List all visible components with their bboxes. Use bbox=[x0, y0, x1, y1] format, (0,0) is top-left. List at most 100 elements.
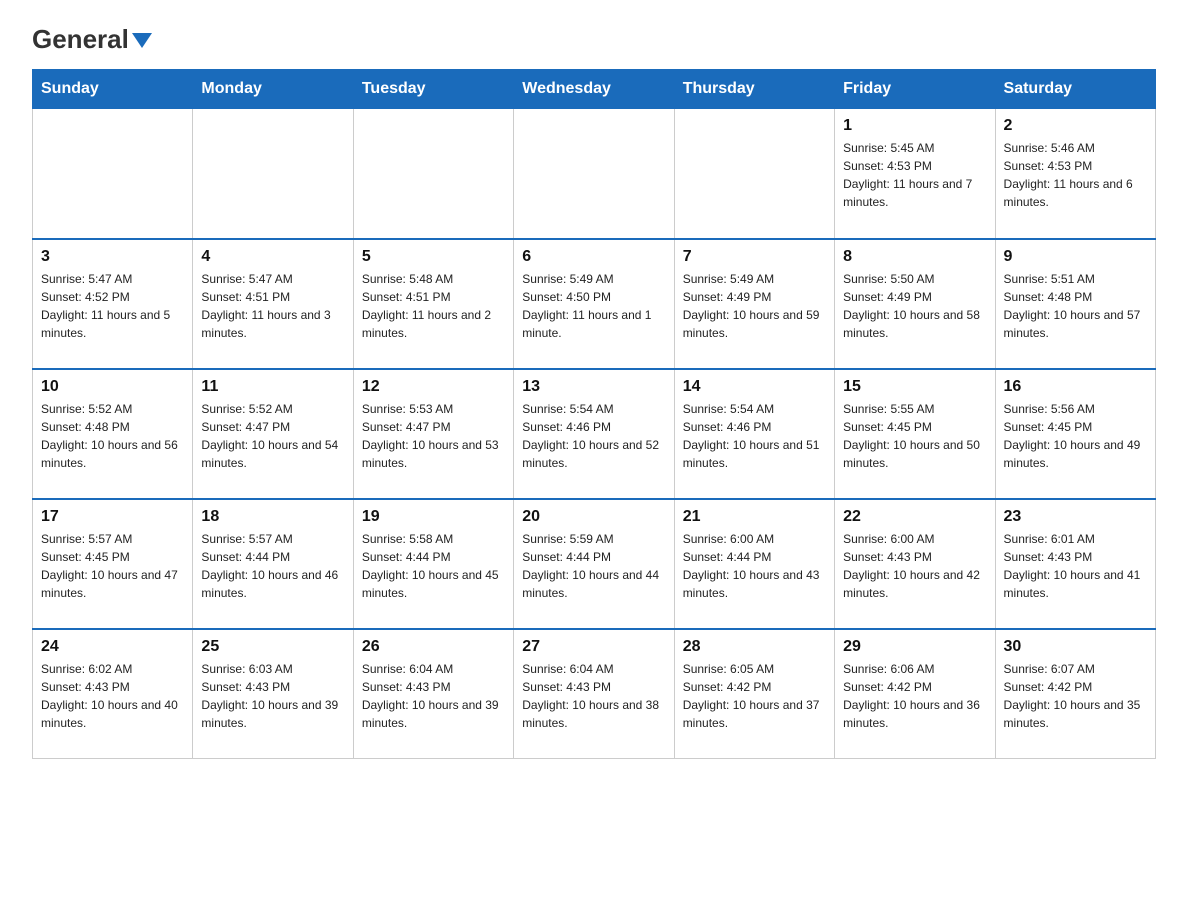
day-number: 29 bbox=[843, 638, 986, 656]
day-number: 14 bbox=[683, 378, 826, 396]
day-info: Sunrise: 5:54 AMSunset: 4:46 PMDaylight:… bbox=[683, 400, 826, 472]
day-number: 4 bbox=[201, 248, 344, 266]
day-info: Sunrise: 5:58 AMSunset: 4:44 PMDaylight:… bbox=[362, 530, 505, 602]
calendar-cell: 8 Sunrise: 5:50 AMSunset: 4:49 PMDaylight… bbox=[835, 239, 995, 369]
calendar-cell: 24Sunrise: 6:02 AMSunset: 4:43 PMDayligh… bbox=[33, 629, 193, 759]
calendar-cell: 13 Sunrise: 5:54 AMSunset: 4:46 PMDayligh… bbox=[514, 369, 674, 499]
day-number: 9 bbox=[1004, 248, 1147, 266]
day-header-friday: Friday bbox=[835, 70, 995, 109]
day-number: 8 bbox=[843, 248, 986, 266]
calendar-cell: 22 Sunrise: 6:00 AMSunset: 4:43 PMDayligh… bbox=[835, 499, 995, 629]
calendar-cell: 21 Sunrise: 6:00 AMSunset: 4:44 PMDayligh… bbox=[674, 499, 834, 629]
calendar-cell: 7 Sunrise: 5:49 AMSunset: 4:49 PMDaylight… bbox=[674, 239, 834, 369]
day-info: Sunrise: 5:54 AMSunset: 4:46 PMDaylight:… bbox=[522, 400, 665, 472]
calendar-cell: 28 Sunrise: 6:05 AMSunset: 4:42 PMDayligh… bbox=[674, 629, 834, 759]
calendar-cell: 16 Sunrise: 5:56 AMSunset: 4:45 PMDayligh… bbox=[995, 369, 1155, 499]
day-info: Sunrise: 5:57 AMSunset: 4:44 PMDaylight:… bbox=[201, 530, 344, 602]
logo: General bbox=[32, 24, 152, 51]
day-info: Sunrise: 6:01 AMSunset: 4:43 PMDaylight:… bbox=[1004, 530, 1147, 602]
calendar-cell: 20 Sunrise: 5:59 AMSunset: 4:44 PMDayligh… bbox=[514, 499, 674, 629]
day-header-tuesday: Tuesday bbox=[353, 70, 513, 109]
day-number: 11 bbox=[201, 378, 344, 396]
day-header-sunday: Sunday bbox=[33, 70, 193, 109]
calendar-cell: 3Sunrise: 5:47 AMSunset: 4:52 PMDaylight… bbox=[33, 239, 193, 369]
calendar-cell: 19Sunrise: 5:58 AMSunset: 4:44 PMDayligh… bbox=[353, 499, 513, 629]
logo-triangle-icon bbox=[132, 33, 152, 48]
day-info: Sunrise: 5:48 AMSunset: 4:51 PMDaylight:… bbox=[362, 270, 505, 342]
day-number: 16 bbox=[1004, 378, 1147, 396]
calendar-cell bbox=[674, 109, 834, 239]
calendar-header-row: SundayMondayTuesdayWednesdayThursdayFrid… bbox=[33, 70, 1156, 109]
day-info: Sunrise: 5:50 AMSunset: 4:49 PMDaylight:… bbox=[843, 270, 986, 342]
day-header-wednesday: Wednesday bbox=[514, 70, 674, 109]
calendar-week-row: 24Sunrise: 6:02 AMSunset: 4:43 PMDayligh… bbox=[33, 629, 1156, 759]
calendar-cell: 23 Sunrise: 6:01 AMSunset: 4:43 PMDayligh… bbox=[995, 499, 1155, 629]
day-header-saturday: Saturday bbox=[995, 70, 1155, 109]
calendar-week-row: 3Sunrise: 5:47 AMSunset: 4:52 PMDaylight… bbox=[33, 239, 1156, 369]
day-info: Sunrise: 5:46 AMSunset: 4:53 PMDaylight:… bbox=[1004, 139, 1147, 211]
calendar-cell: 25 Sunrise: 6:03 AMSunset: 4:43 PMDayligh… bbox=[193, 629, 353, 759]
day-number: 5 bbox=[362, 248, 505, 266]
day-info: Sunrise: 5:52 AMSunset: 4:48 PMDaylight:… bbox=[41, 400, 184, 472]
day-info: Sunrise: 5:55 AMSunset: 4:45 PMDaylight:… bbox=[843, 400, 986, 472]
day-info: Sunrise: 5:47 AMSunset: 4:52 PMDaylight:… bbox=[41, 270, 184, 342]
day-info: Sunrise: 5:52 AMSunset: 4:47 PMDaylight:… bbox=[201, 400, 344, 472]
day-info: Sunrise: 5:45 AMSunset: 4:53 PMDaylight:… bbox=[843, 139, 986, 211]
calendar-cell bbox=[33, 109, 193, 239]
calendar-cell: 15 Sunrise: 5:55 AMSunset: 4:45 PMDayligh… bbox=[835, 369, 995, 499]
day-number: 10 bbox=[41, 378, 184, 396]
calendar-cell: 6 Sunrise: 5:49 AMSunset: 4:50 PMDaylight… bbox=[514, 239, 674, 369]
day-number: 23 bbox=[1004, 508, 1147, 526]
calendar-cell: 4 Sunrise: 5:47 AMSunset: 4:51 PMDaylight… bbox=[193, 239, 353, 369]
day-number: 7 bbox=[683, 248, 826, 266]
day-number: 26 bbox=[362, 638, 505, 656]
day-info: Sunrise: 5:49 AMSunset: 4:50 PMDaylight:… bbox=[522, 270, 665, 342]
day-info: Sunrise: 5:49 AMSunset: 4:49 PMDaylight:… bbox=[683, 270, 826, 342]
calendar-cell: 12 Sunrise: 5:53 AMSunset: 4:47 PMDayligh… bbox=[353, 369, 513, 499]
day-number: 17 bbox=[41, 508, 184, 526]
day-number: 22 bbox=[843, 508, 986, 526]
calendar-week-row: 17 Sunrise: 5:57 AMSunset: 4:45 PMDayligh… bbox=[33, 499, 1156, 629]
calendar-cell bbox=[353, 109, 513, 239]
calendar-cell: 30 Sunrise: 6:07 AMSunset: 4:42 PMDayligh… bbox=[995, 629, 1155, 759]
day-number: 15 bbox=[843, 378, 986, 396]
day-number: 12 bbox=[362, 378, 505, 396]
day-number: 1 bbox=[843, 117, 986, 135]
day-number: 30 bbox=[1004, 638, 1147, 656]
day-info: Sunrise: 6:00 AMSunset: 4:43 PMDaylight:… bbox=[843, 530, 986, 602]
day-number: 20 bbox=[522, 508, 665, 526]
calendar-cell: 17 Sunrise: 5:57 AMSunset: 4:45 PMDayligh… bbox=[33, 499, 193, 629]
day-info: Sunrise: 5:47 AMSunset: 4:51 PMDaylight:… bbox=[201, 270, 344, 342]
calendar-cell: 11 Sunrise: 5:52 AMSunset: 4:47 PMDayligh… bbox=[193, 369, 353, 499]
day-info: Sunrise: 6:02 AMSunset: 4:43 PMDaylight:… bbox=[41, 660, 184, 732]
day-number: 13 bbox=[522, 378, 665, 396]
day-number: 6 bbox=[522, 248, 665, 266]
day-number: 25 bbox=[201, 638, 344, 656]
calendar-cell: 29Sunrise: 6:06 AMSunset: 4:42 PMDayligh… bbox=[835, 629, 995, 759]
day-number: 28 bbox=[683, 638, 826, 656]
calendar-cell: 14 Sunrise: 5:54 AMSunset: 4:46 PMDayligh… bbox=[674, 369, 834, 499]
day-info: Sunrise: 5:59 AMSunset: 4:44 PMDaylight:… bbox=[522, 530, 665, 602]
day-info: Sunrise: 6:05 AMSunset: 4:42 PMDaylight:… bbox=[683, 660, 826, 732]
day-info: Sunrise: 6:03 AMSunset: 4:43 PMDaylight:… bbox=[201, 660, 344, 732]
day-info: Sunrise: 6:00 AMSunset: 4:44 PMDaylight:… bbox=[683, 530, 826, 602]
calendar-cell: 27 Sunrise: 6:04 AMSunset: 4:43 PMDayligh… bbox=[514, 629, 674, 759]
calendar-cell bbox=[514, 109, 674, 239]
day-number: 18 bbox=[201, 508, 344, 526]
day-header-monday: Monday bbox=[193, 70, 353, 109]
day-info: Sunrise: 5:56 AMSunset: 4:45 PMDaylight:… bbox=[1004, 400, 1147, 472]
day-info: Sunrise: 6:07 AMSunset: 4:42 PMDaylight:… bbox=[1004, 660, 1147, 732]
day-info: Sunrise: 5:57 AMSunset: 4:45 PMDaylight:… bbox=[41, 530, 184, 602]
day-header-thursday: Thursday bbox=[674, 70, 834, 109]
day-number: 2 bbox=[1004, 117, 1147, 135]
day-number: 27 bbox=[522, 638, 665, 656]
calendar-week-row: 10 Sunrise: 5:52 AMSunset: 4:48 PMDayligh… bbox=[33, 369, 1156, 499]
calendar-week-row: 1 Sunrise: 5:45 AMSunset: 4:53 PMDaylight… bbox=[33, 109, 1156, 239]
header: General bbox=[32, 24, 1156, 51]
day-number: 21 bbox=[683, 508, 826, 526]
calendar-cell: 9 Sunrise: 5:51 AMSunset: 4:48 PMDaylight… bbox=[995, 239, 1155, 369]
day-info: Sunrise: 5:53 AMSunset: 4:47 PMDaylight:… bbox=[362, 400, 505, 472]
day-info: Sunrise: 6:04 AMSunset: 4:43 PMDaylight:… bbox=[522, 660, 665, 732]
day-info: Sunrise: 5:51 AMSunset: 4:48 PMDaylight:… bbox=[1004, 270, 1147, 342]
calendar-cell bbox=[193, 109, 353, 239]
